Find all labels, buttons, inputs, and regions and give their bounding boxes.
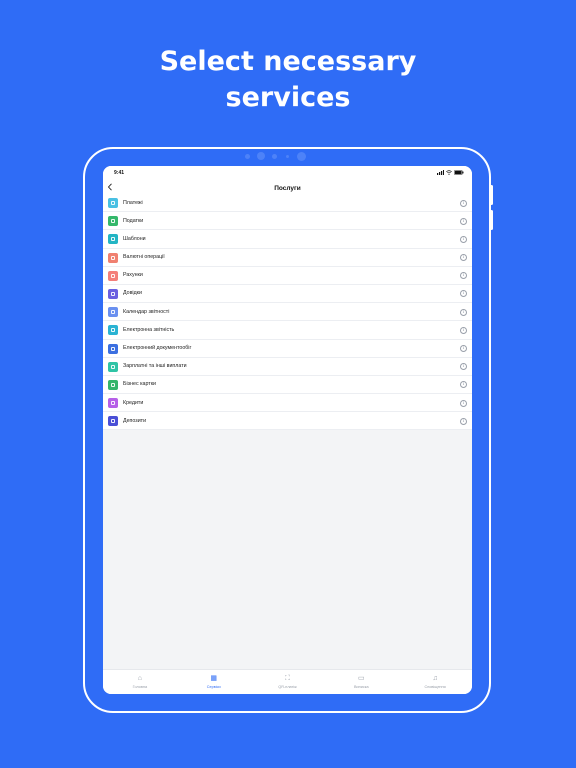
tab-label: Головна <box>132 685 148 689</box>
camera-lens <box>297 152 306 161</box>
service-icon <box>108 288 118 299</box>
info-icon[interactable]: i <box>460 254 467 262</box>
service-icon <box>108 216 118 227</box>
home-icon: ⌂ <box>137 675 143 682</box>
service-icon <box>108 343 118 354</box>
headline-line-2: services <box>225 82 351 113</box>
app-screen: 9:41 Послуги Платежі i Податки i Шаблони i Вал… <box>103 166 472 694</box>
tablet-camera-bar <box>0 152 576 164</box>
service-list-item[interactable]: Рахунки i <box>103 267 472 285</box>
service-list-item[interactable]: Календар звітності i <box>103 303 472 322</box>
tab-home[interactable]: ⌂ Головна <box>103 670 177 694</box>
service-icon <box>108 398 118 409</box>
info-icon[interactable]: i <box>460 308 467 316</box>
tab-label: QR-платіж <box>278 685 297 689</box>
service-icon <box>108 361 118 372</box>
service-list: Платежі i Податки i Шаблони i Валютні операції… <box>103 194 472 431</box>
qr-scan-icon: ⛶ <box>285 675 290 682</box>
service-list-item[interactable]: Електронний документообіг i <box>103 340 472 358</box>
service-list-item[interactable]: Податки i <box>103 212 472 231</box>
service-icon <box>108 379 118 390</box>
service-label: Довідки <box>123 290 142 297</box>
service-label: Депозити <box>123 417 147 424</box>
info-icon[interactable]: i <box>460 399 467 407</box>
info-icon[interactable]: i <box>460 272 467 280</box>
tab-inbox[interactable]: ▭ Виписка <box>324 670 398 694</box>
service-list-item[interactable]: Довідки i <box>103 285 472 304</box>
service-label: Податки <box>123 217 144 224</box>
tab-bar: ⌂ Головна ▦ Сервіси ⛶ QR-платіж ▭ Виписка ♫ Спові… <box>103 669 472 694</box>
service-icon <box>108 325 118 336</box>
info-icon[interactable]: i <box>460 417 467 425</box>
camera-dot <box>272 154 277 159</box>
tablet-side-button-bottom <box>490 210 493 230</box>
grid-icon: ▦ <box>210 675 217 682</box>
service-list-item[interactable]: Кредити i <box>103 394 472 413</box>
headline-line-1: Select necessary <box>159 46 417 77</box>
tablet-side-button-top <box>490 185 493 205</box>
page-title: Послуги <box>274 185 301 192</box>
service-label: Календар звітності <box>123 308 170 315</box>
battery-icon <box>454 170 464 175</box>
service-icon <box>108 234 118 245</box>
service-label: Рахунки <box>123 272 143 279</box>
service-label: Кредити <box>123 399 144 406</box>
bell-icon: ♫ <box>432 675 438 682</box>
service-list-item[interactable]: Шаблони i <box>103 230 472 249</box>
service-icon <box>108 416 118 427</box>
signal-icon <box>437 170 444 175</box>
service-list-item[interactable]: Депозити i <box>103 412 472 431</box>
service-list-item[interactable]: Платежі i <box>103 194 472 213</box>
info-icon[interactable]: i <box>460 381 467 389</box>
service-list-item[interactable]: Валютні операції i <box>103 249 472 267</box>
status-time: 9:41 <box>114 170 125 176</box>
service-list-item[interactable]: Зарплатні та інші виплати i <box>103 358 472 376</box>
service-icon <box>108 307 118 318</box>
camera-dot <box>257 152 265 160</box>
service-icon <box>108 270 118 281</box>
wifi-icon <box>446 170 452 175</box>
inbox-icon: ▭ <box>357 675 365 682</box>
tab-label: Сервіси <box>206 685 221 689</box>
tab-bell[interactable]: ♫ Сповіщення <box>398 670 472 694</box>
info-icon[interactable]: i <box>460 235 467 243</box>
service-label: Шаблони <box>123 235 146 242</box>
service-icon <box>108 252 118 263</box>
promo-headline: Select necessary services <box>0 44 576 116</box>
service-label: Електронна звітність <box>123 326 175 333</box>
service-label: Зарплатні та інші виплати <box>123 363 187 370</box>
service-label: Валютні операції <box>123 254 165 261</box>
info-icon[interactable]: i <box>460 290 467 298</box>
service-list-item[interactable]: Бізнес картки i <box>103 376 472 395</box>
tab-label: Сповіщення <box>424 685 446 689</box>
service-label: Електронний документообіг <box>123 345 192 351</box>
status-icons <box>437 170 464 175</box>
camera-dot <box>245 154 250 159</box>
info-icon[interactable]: i <box>460 199 467 207</box>
service-label: Платежі <box>123 199 143 206</box>
tab-grid[interactable]: ▦ Сервіси <box>177 670 251 694</box>
service-label: Бізнес картки <box>123 381 156 388</box>
info-icon[interactable]: i <box>460 217 467 225</box>
info-icon[interactable]: i <box>460 363 467 371</box>
tab-qr-scan[interactable]: ⛶ QR-платіж <box>251 670 325 694</box>
info-icon[interactable]: i <box>460 345 467 352</box>
service-icon <box>108 198 118 208</box>
status-bar: 9:41 <box>103 166 472 180</box>
service-list-item[interactable]: Електронна звітність i <box>103 321 472 340</box>
tab-label: Виписка <box>353 685 369 689</box>
info-icon[interactable]: i <box>460 326 467 334</box>
camera-dot <box>286 155 289 158</box>
